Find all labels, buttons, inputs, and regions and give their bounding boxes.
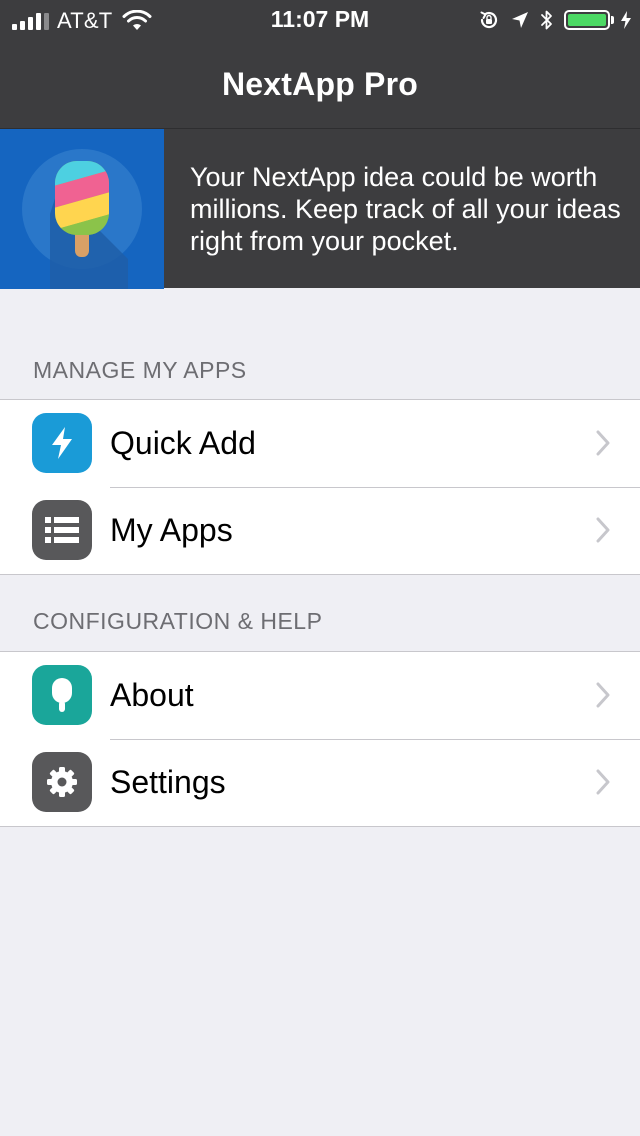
settings-label: Settings [110, 764, 226, 800]
quick-add-row[interactable]: Quick Add [0, 400, 640, 487]
section-header-configuration-help: CONFIGURATION & HELP [33, 608, 323, 634]
popsicle-icon [32, 665, 92, 725]
popsicle-logo-icon [22, 149, 142, 289]
battery-fill [568, 14, 606, 26]
battery-tip [611, 16, 614, 24]
chevron-right-icon [596, 430, 610, 456]
bluetooth-icon [541, 10, 552, 30]
status-right [468, 7, 632, 33]
gear-icon [32, 752, 92, 812]
page-title: NextApp Pro [222, 66, 418, 102]
manage-my-apps-group: Quick Add My Apps [0, 399, 640, 575]
section-header-manage-my-apps: MANAGE MY APPS [33, 357, 247, 383]
lightning-icon [32, 413, 92, 473]
about-row[interactable]: About [0, 652, 640, 739]
battery-icon [564, 10, 610, 30]
about-label: About [110, 677, 194, 713]
promo-banner: Your NextApp idea could be worth million… [0, 128, 640, 289]
list-icon [32, 500, 92, 560]
my-apps-label: My Apps [110, 512, 233, 548]
charging-bolt-icon [621, 11, 631, 29]
chevron-right-icon [596, 517, 610, 543]
banner-image [0, 129, 164, 289]
quick-add-label: Quick Add [110, 425, 256, 461]
my-apps-row[interactable]: My Apps [0, 487, 640, 574]
status-bar: AT&T 11:07 PM [0, 0, 640, 40]
settings-row[interactable]: Settings [0, 739, 640, 826]
top-bar: AT&T 11:07 PM NextApp Pro [0, 0, 640, 128]
chevron-right-icon [596, 769, 610, 795]
configuration-help-group: About Settings [0, 651, 640, 827]
chevron-right-icon [596, 682, 610, 708]
banner-text: Your NextApp idea could be worth million… [190, 162, 621, 256]
location-arrow-icon [512, 12, 528, 28]
rotation-lock-icon [480, 11, 498, 29]
